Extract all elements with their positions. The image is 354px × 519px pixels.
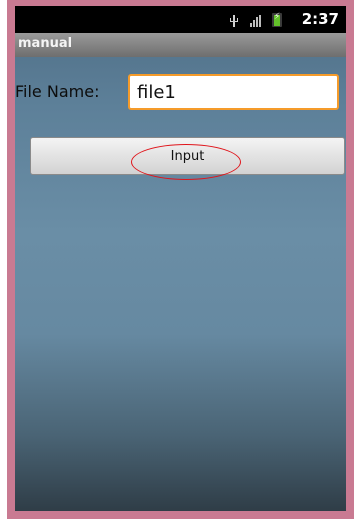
status-icons bbox=[229, 12, 282, 27]
status-bar: 2:37 bbox=[15, 6, 346, 33]
input-button[interactable]: Input bbox=[30, 137, 345, 175]
usb-icon bbox=[229, 15, 239, 27]
battery-charging-icon bbox=[272, 12, 282, 27]
file-name-label: File Name: bbox=[15, 82, 100, 101]
app-title-bar: manual bbox=[15, 33, 346, 57]
status-clock: 2:37 bbox=[301, 10, 339, 28]
signal-icon bbox=[250, 15, 261, 27]
phone-screen: 2:37 manual File Name: Input bbox=[15, 6, 346, 511]
file-name-input[interactable] bbox=[128, 74, 339, 110]
device-frame: 2:37 manual File Name: Input bbox=[7, 0, 354, 519]
app-title: manual bbox=[18, 36, 73, 51]
